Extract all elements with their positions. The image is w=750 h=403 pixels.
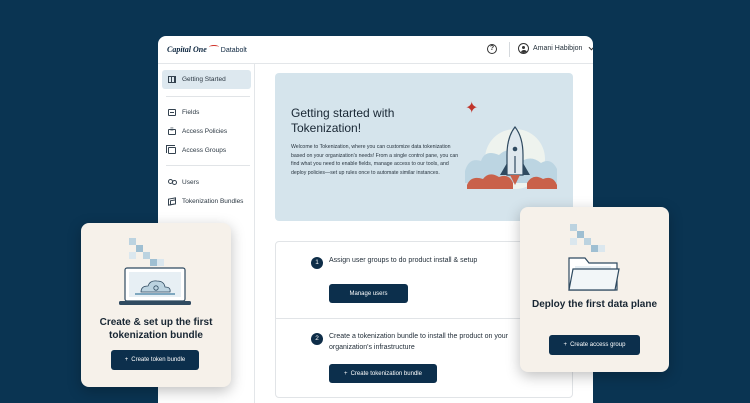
plus-icon: + [124,357,129,363]
button-label: Create tokenization bundle [350,370,422,377]
plus-icon: + [563,342,568,348]
button-label: Manage users [349,290,388,297]
pixel-decoration [129,252,136,259]
logo-brand: Capital [167,45,192,54]
user-menu[interactable]: Amani Habibjon [518,43,593,54]
map-icon [168,76,176,83]
sidebar-item-label: Access Policies [182,128,228,135]
policy-icon [168,127,176,135]
sidebar-item-getting-started[interactable]: Getting Started [162,70,251,89]
sidebar-divider [166,165,250,166]
sidebar-item-label: Getting Started [182,76,226,83]
user-name: Amani Habibjon [533,45,583,52]
card-title: Create & set up the first tokenization b… [99,317,213,341]
groups-icon [166,145,176,154]
page-title: Getting started with Tokenization! [291,106,395,135]
step-number: 2 [311,333,323,345]
avatar-icon [518,43,529,54]
help-icon[interactable]: ? [487,44,497,54]
bundle-icon [168,197,176,206]
pixel-decoration [157,259,164,266]
pixel-decoration [150,259,157,266]
laptop-cloud-icon [119,267,191,305]
sidebar-divider [166,96,250,97]
pixel-decoration [143,252,150,259]
top-bar: Capital One Databolt ? Amani Habibjon [158,36,593,64]
topbar-divider [509,42,510,57]
pixel-decoration [570,238,577,245]
logo-swoosh-icon [208,45,219,49]
step-number: 1 [311,257,323,269]
create-bundle-card: Create & set up the first tokenization b… [81,223,231,387]
pixel-decoration [591,245,598,252]
rocket-illustration-icon [465,126,557,189]
sidebar-item-fields[interactable]: Fields [162,103,251,122]
pixel-decoration [584,238,591,245]
button-label: Create token bundle [131,357,186,363]
sidebar-item-access-policies[interactable]: Access Policies [162,122,251,141]
logo-product: Databolt [220,47,247,54]
pixel-decoration [577,231,584,238]
sidebar-item-label: Users [182,179,199,186]
pixel-decoration [570,224,577,231]
hero-banner: Getting started with Tokenization! Welco… [275,73,573,221]
pixel-decoration [129,238,136,245]
capital-one-databolt-logo[interactable]: Capital One Databolt [167,45,247,54]
chevron-down-icon [589,44,593,50]
manage-users-button[interactable]: Manage users [329,284,408,303]
logo-brand-suffix: One [193,45,207,54]
card-title: Deploy the first data plane [531,299,658,310]
sidebar-item-access-groups[interactable]: Access Groups [162,141,251,160]
folder-icon [568,257,620,291]
hero-description: Welcome to Tokenization, where you can c… [291,144,459,176]
button-label: Create access group [570,342,626,348]
step-text: Assign user groups to do product install… [329,257,478,264]
plus-icon: + [344,370,348,377]
pixel-decoration [136,245,143,252]
sidebar-item-label: Tokenization Bundles [182,198,244,205]
step-text: Create a tokenization bundle to install … [329,333,509,351]
fields-icon [168,109,176,116]
sidebar-item-tokenization-bundles[interactable]: Tokenization Bundles [162,192,251,211]
deploy-data-plane-card: Deploy the first data plane + Create acc… [520,207,669,372]
create-tokenization-bundle-button[interactable]: + Create tokenization bundle [329,364,437,383]
sidebar-item-label: Access Groups [182,147,227,154]
pixel-decoration [598,245,605,252]
sidebar-item-users[interactable]: Users [162,173,251,192]
users-icon [168,179,177,186]
sidebar-item-label: Fields [182,109,200,116]
create-access-group-button[interactable]: + Create access group [549,335,640,355]
create-token-bundle-button[interactable]: + Create token bundle [111,350,199,370]
